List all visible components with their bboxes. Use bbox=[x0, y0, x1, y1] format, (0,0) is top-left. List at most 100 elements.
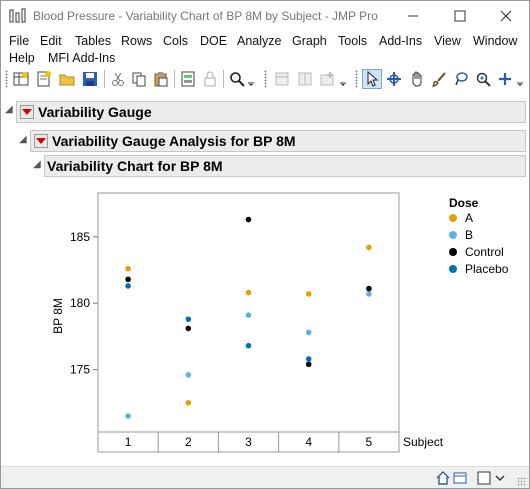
legend-marker[interactable] bbox=[449, 231, 457, 239]
scissors-icon bbox=[112, 72, 124, 86]
outline-variability-gauge: Variability Gauge bbox=[16, 101, 526, 123]
paste-button[interactable] bbox=[151, 69, 171, 89]
data-point-b[interactable] bbox=[245, 312, 252, 318]
legend-label[interactable]: Control bbox=[465, 245, 504, 259]
menu-window[interactable]: Window bbox=[473, 34, 517, 48]
crosshair-tool-button[interactable] bbox=[384, 69, 404, 89]
window-list-icon[interactable] bbox=[453, 471, 467, 485]
menu-edit[interactable]: Edit bbox=[40, 34, 62, 48]
toolbar-grip[interactable] bbox=[5, 70, 8, 88]
red-triangle-menu-button[interactable] bbox=[20, 105, 34, 119]
menu-rows[interactable]: Rows bbox=[121, 34, 152, 48]
brush-icon bbox=[431, 72, 446, 87]
data-point-a[interactable] bbox=[185, 399, 192, 406]
checkbox-icon[interactable] bbox=[477, 471, 491, 485]
data-point-control[interactable] bbox=[245, 216, 252, 223]
legend-marker[interactable] bbox=[449, 248, 457, 256]
minimize-icon bbox=[408, 15, 418, 17]
add-rows-button[interactable] bbox=[317, 69, 337, 89]
menu-cols[interactable]: Cols bbox=[163, 34, 188, 48]
data-point-control[interactable] bbox=[185, 325, 192, 332]
data-point-a[interactable] bbox=[245, 289, 252, 296]
menu-help[interactable]: Help bbox=[9, 51, 35, 65]
data-point-control[interactable] bbox=[366, 285, 372, 292]
toolbar-grip[interactable] bbox=[264, 70, 267, 88]
chevron-down-icon bbox=[248, 82, 254, 86]
cut-button[interactable] bbox=[108, 69, 128, 89]
outline-title: Variability Gauge Analysis for BP 8M bbox=[52, 133, 296, 149]
menu-tables[interactable]: Tables bbox=[75, 34, 111, 48]
data-point-placebo[interactable] bbox=[305, 356, 312, 362]
copy-icon bbox=[132, 72, 146, 87]
data-point-control[interactable] bbox=[305, 361, 312, 368]
data-point-placebo[interactable] bbox=[245, 342, 252, 349]
menu-file[interactable]: File bbox=[9, 34, 29, 48]
data-point-a[interactable] bbox=[366, 244, 372, 251]
legend-label[interactable]: B bbox=[465, 228, 473, 242]
x-tick-label: 2 bbox=[185, 435, 192, 449]
data-point-b[interactable] bbox=[185, 372, 192, 378]
save-button[interactable] bbox=[80, 69, 100, 89]
menu-analyze[interactable]: Analyze bbox=[237, 34, 281, 48]
journal-button[interactable] bbox=[178, 69, 198, 89]
open-button[interactable] bbox=[57, 69, 77, 89]
chevron-down-icon[interactable] bbox=[495, 473, 505, 483]
grabber-tool-button[interactable] bbox=[407, 69, 427, 89]
outline-disclosure-icon[interactable]: ◢ bbox=[5, 104, 13, 115]
legend-marker[interactable] bbox=[449, 265, 457, 273]
x-tick-label: 4 bbox=[305, 435, 312, 449]
legend[interactable]: AB Control Placebo bbox=[449, 211, 509, 276]
data-point-a[interactable] bbox=[125, 265, 131, 272]
maximize-button[interactable] bbox=[437, 1, 483, 31]
data-table-list-button[interactable] bbox=[272, 69, 292, 89]
add-table-icon bbox=[320, 72, 334, 86]
home-icon[interactable] bbox=[436, 471, 450, 485]
menu-graph[interactable]: Graph bbox=[292, 34, 327, 48]
copy-button[interactable] bbox=[129, 69, 149, 89]
search-button[interactable] bbox=[227, 69, 247, 89]
data-point-b[interactable] bbox=[305, 329, 312, 336]
add-rows-dropdown-button[interactable] bbox=[337, 69, 349, 89]
journal-icon bbox=[181, 71, 195, 87]
search-dropdown-button[interactable] bbox=[245, 69, 257, 89]
close-button[interactable] bbox=[483, 1, 529, 31]
data-point-control[interactable] bbox=[125, 276, 131, 283]
menu-mfi-add-ins[interactable]: MFI Add-Ins bbox=[48, 51, 115, 65]
legend-marker[interactable] bbox=[449, 214, 457, 222]
arrow-tool-button[interactable] bbox=[362, 69, 382, 89]
legend-label[interactable]: A bbox=[465, 211, 473, 225]
zoom-icon bbox=[476, 72, 491, 87]
magnifier-tool-button[interactable] bbox=[473, 69, 493, 89]
legend-label[interactable]: Placebo bbox=[465, 262, 509, 276]
menu-view[interactable]: View bbox=[434, 34, 461, 48]
red-triangle-icon bbox=[36, 138, 46, 144]
lock-button[interactable] bbox=[200, 69, 220, 89]
minimize-button[interactable] bbox=[390, 1, 436, 31]
tools-dropdown-button[interactable] bbox=[514, 69, 526, 89]
outline-disclosure-icon[interactable]: ◢ bbox=[33, 159, 41, 170]
outline-disclosure-icon[interactable]: ◢ bbox=[19, 134, 27, 145]
new-data-table-button[interactable] bbox=[11, 69, 31, 89]
new-script-button[interactable] bbox=[34, 69, 54, 89]
menu-tools[interactable]: Tools bbox=[338, 34, 367, 48]
window-title: Blood Pressure - Variability Chart of BP… bbox=[33, 9, 378, 23]
data-point-b[interactable] bbox=[125, 413, 131, 419]
y-tick-label: 180 bbox=[70, 296, 90, 310]
resize-grip[interactable] bbox=[517, 477, 527, 487]
y-tick-label: 175 bbox=[70, 363, 90, 377]
data-point-b[interactable] bbox=[366, 291, 372, 297]
toolbar-grip[interactable] bbox=[355, 70, 358, 88]
red-triangle-menu-button[interactable] bbox=[34, 134, 48, 148]
brush-tool-button[interactable] bbox=[429, 69, 449, 89]
search-icon bbox=[230, 72, 245, 87]
report-content: ◢ Variability Gauge ◢ Variability Gauge … bbox=[1, 94, 529, 466]
data-point-a[interactable] bbox=[305, 291, 312, 297]
add-annotation-button[interactable] bbox=[495, 69, 515, 89]
lasso-tool-button[interactable] bbox=[451, 69, 471, 89]
table-properties-button[interactable] bbox=[295, 69, 315, 89]
menu-add-ins[interactable]: Add-Ins bbox=[379, 34, 422, 48]
menu-doe[interactable]: DOE bbox=[200, 34, 227, 48]
x-axis-label: Subject bbox=[403, 435, 444, 449]
data-point-placebo[interactable] bbox=[185, 316, 192, 322]
data-point-placebo[interactable] bbox=[125, 283, 131, 289]
